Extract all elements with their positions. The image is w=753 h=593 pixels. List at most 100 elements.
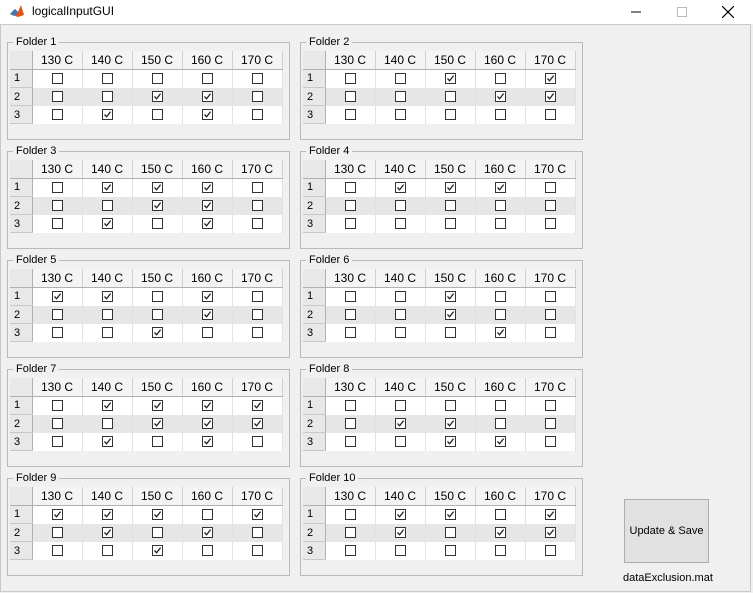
checkbox[interactable] (151, 72, 163, 84)
checkbox[interactable] (344, 290, 356, 302)
checkbox[interactable] (494, 544, 506, 556)
checkbox[interactable] (101, 181, 113, 193)
checkbox[interactable] (101, 199, 113, 211)
checkbox[interactable] (201, 526, 213, 538)
checkbox[interactable] (51, 508, 63, 520)
checkbox[interactable] (444, 108, 456, 120)
checkbox[interactable] (494, 399, 506, 411)
checkbox[interactable] (51, 308, 63, 320)
checkbox[interactable] (251, 181, 263, 193)
checkbox[interactable] (51, 181, 63, 193)
checkbox[interactable] (251, 108, 263, 120)
checkbox[interactable] (151, 308, 163, 320)
checkbox[interactable] (201, 544, 213, 556)
checkbox[interactable] (394, 290, 406, 302)
checkbox[interactable] (101, 308, 113, 320)
checkbox[interactable] (151, 544, 163, 556)
checkbox[interactable] (151, 90, 163, 102)
checkbox[interactable] (201, 108, 213, 120)
checkbox[interactable] (101, 90, 113, 102)
checkbox[interactable] (494, 199, 506, 211)
checkbox[interactable] (344, 326, 356, 338)
checkbox[interactable] (101, 435, 113, 447)
checkbox[interactable] (444, 326, 456, 338)
close-button[interactable] (705, 0, 751, 24)
checkbox[interactable] (544, 108, 556, 120)
checkbox[interactable] (251, 90, 263, 102)
checkbox[interactable] (201, 72, 213, 84)
checkbox[interactable] (494, 72, 506, 84)
checkbox[interactable] (394, 526, 406, 538)
checkbox[interactable] (51, 290, 63, 302)
checkbox[interactable] (201, 290, 213, 302)
checkbox[interactable] (51, 199, 63, 211)
checkbox[interactable] (444, 199, 456, 211)
checkbox[interactable] (344, 435, 356, 447)
checkbox[interactable] (101, 417, 113, 429)
checkbox[interactable] (444, 435, 456, 447)
checkbox[interactable] (151, 181, 163, 193)
checkbox[interactable] (394, 417, 406, 429)
checkbox[interactable] (544, 181, 556, 193)
checkbox[interactable] (51, 326, 63, 338)
checkbox[interactable] (101, 526, 113, 538)
checkbox[interactable] (101, 326, 113, 338)
checkbox[interactable] (344, 72, 356, 84)
checkbox[interactable] (151, 108, 163, 120)
checkbox[interactable] (344, 217, 356, 229)
checkbox[interactable] (201, 308, 213, 320)
checkbox[interactable] (394, 199, 406, 211)
checkbox[interactable] (251, 308, 263, 320)
checkbox[interactable] (444, 417, 456, 429)
update-save-button[interactable]: Update & Save (624, 499, 709, 563)
checkbox[interactable] (394, 181, 406, 193)
checkbox[interactable] (251, 417, 263, 429)
checkbox[interactable] (394, 326, 406, 338)
checkbox[interactable] (494, 326, 506, 338)
checkbox[interactable] (544, 526, 556, 538)
checkbox[interactable] (51, 435, 63, 447)
checkbox[interactable] (494, 290, 506, 302)
checkbox[interactable] (544, 72, 556, 84)
checkbox[interactable] (394, 544, 406, 556)
checkbox[interactable] (101, 508, 113, 520)
checkbox[interactable] (494, 435, 506, 447)
checkbox[interactable] (544, 90, 556, 102)
checkbox[interactable] (151, 290, 163, 302)
checkbox[interactable] (151, 199, 163, 211)
checkbox[interactable] (494, 181, 506, 193)
checkbox[interactable] (494, 108, 506, 120)
checkbox[interactable] (251, 326, 263, 338)
checkbox[interactable] (544, 199, 556, 211)
checkbox[interactable] (101, 290, 113, 302)
checkbox[interactable] (544, 399, 556, 411)
checkbox[interactable] (544, 435, 556, 447)
checkbox[interactable] (51, 417, 63, 429)
checkbox[interactable] (444, 290, 456, 302)
checkbox[interactable] (101, 108, 113, 120)
checkbox[interactable] (151, 435, 163, 447)
checkbox[interactable] (394, 90, 406, 102)
checkbox[interactable] (394, 308, 406, 320)
maximize-button[interactable] (659, 0, 705, 24)
checkbox[interactable] (444, 508, 456, 520)
checkbox[interactable] (444, 217, 456, 229)
checkbox[interactable] (444, 544, 456, 556)
checkbox[interactable] (444, 72, 456, 84)
checkbox[interactable] (394, 72, 406, 84)
checkbox[interactable] (201, 90, 213, 102)
checkbox[interactable] (201, 435, 213, 447)
checkbox[interactable] (344, 90, 356, 102)
checkbox[interactable] (251, 72, 263, 84)
checkbox[interactable] (151, 217, 163, 229)
checkbox[interactable] (251, 435, 263, 447)
checkbox[interactable] (494, 417, 506, 429)
checkbox[interactable] (251, 290, 263, 302)
checkbox[interactable] (444, 399, 456, 411)
checkbox[interactable] (344, 417, 356, 429)
checkbox[interactable] (51, 72, 63, 84)
checkbox[interactable] (394, 508, 406, 520)
checkbox[interactable] (344, 308, 356, 320)
checkbox[interactable] (151, 526, 163, 538)
checkbox[interactable] (494, 526, 506, 538)
